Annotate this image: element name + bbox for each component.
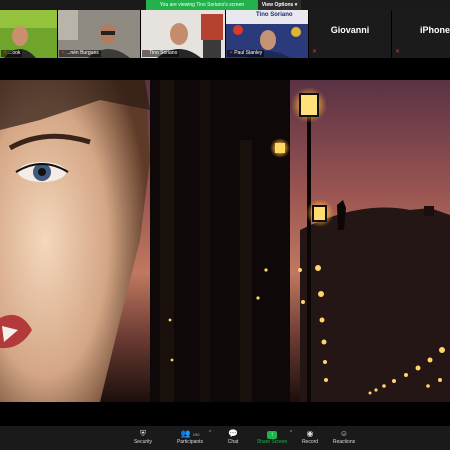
participant-tile[interactable]: ✕...ook	[0, 10, 58, 58]
security-button[interactable]: ⛨ Security	[121, 428, 165, 446]
participant-name: iPhone	[420, 25, 450, 35]
viewing-screen-banner: You are viewing Tino Soriano's screen	[146, 0, 258, 10]
muted-mic-icon: ✕	[395, 49, 401, 55]
participant-tile[interactable]: Giovanni ✕	[309, 10, 392, 58]
chat-button[interactable]: 💬 Chat	[211, 428, 255, 446]
participant-name-label: ✕Paul Stanley	[227, 50, 265, 57]
participant-name-label: ✕...ook	[1, 50, 23, 57]
participant-tile[interactable]: ✕Tino Soriano	[141, 10, 226, 58]
shield-icon: ⛨	[140, 429, 146, 438]
participants-button[interactable]: 👥 190 Participants	[168, 428, 212, 446]
participant-tile[interactable]: ✕...nén Burgues	[58, 10, 141, 58]
muted-mic-icon: ✕	[312, 49, 318, 55]
participant-tile[interactable]: Tino Soriano ✕Paul Stanley	[226, 10, 309, 58]
muted-mic-icon: ✕	[3, 50, 8, 56]
muted-mic-icon: ✕	[61, 50, 66, 56]
participants-count: 190	[192, 432, 200, 437]
participant-name-label: ✕Tino Soriano	[142, 50, 180, 57]
shared-image	[0, 80, 450, 402]
view-options-button[interactable]: View Options ▾	[258, 0, 301, 10]
participant-name: Giovanni	[330, 25, 370, 35]
meeting-toolbar: ⛨ Security 👥 190 Participants ^ 💬 Chat ↑…	[0, 426, 450, 450]
shared-screen	[0, 80, 450, 402]
chat-bubble-icon: 💬	[228, 429, 238, 438]
tile-overlay-text: Tino Soriano	[256, 12, 293, 18]
people-icon: 👥 190	[180, 429, 200, 438]
reaction-icon: ☺	[339, 429, 349, 438]
participant-tile[interactable]: iPhone ✕	[392, 10, 450, 58]
muted-mic-icon: ✕	[229, 50, 234, 56]
muted-mic-icon: ✕	[144, 50, 149, 56]
reactions-button[interactable]: ☺ Reactions	[322, 428, 366, 446]
participant-name-label: ✕...nén Burgues	[59, 50, 101, 57]
